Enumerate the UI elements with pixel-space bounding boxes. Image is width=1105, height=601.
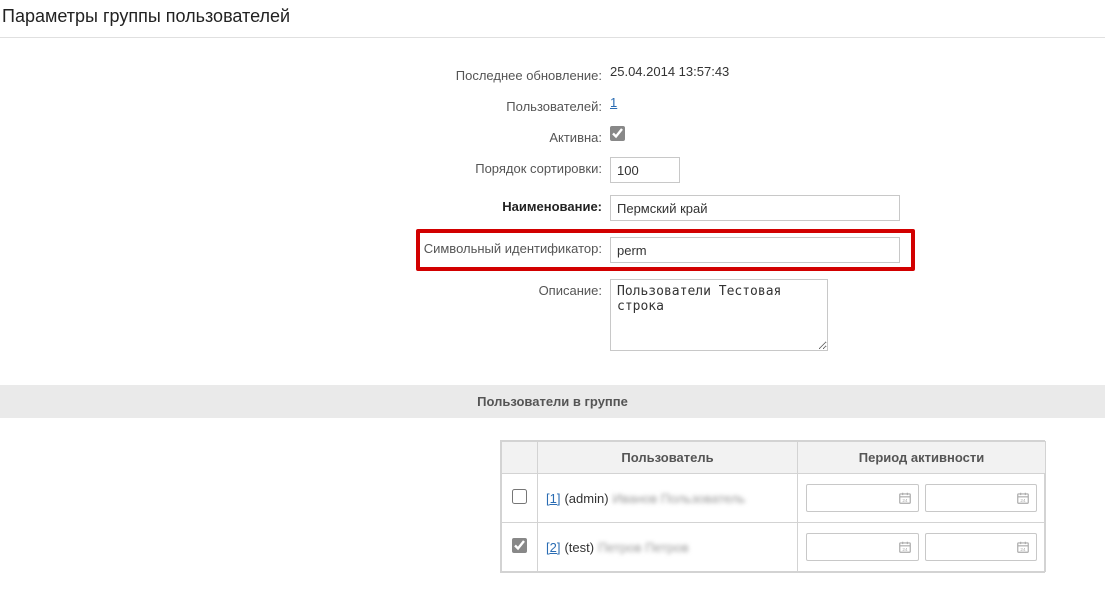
name-input[interactable] [610, 195, 900, 221]
sort-label: Порядок сортировки: [0, 157, 610, 176]
form-area: Последнее обновление: 25.04.2014 13:57:4… [0, 38, 1105, 367]
date-from-input[interactable]: 24 [806, 484, 919, 512]
col-check-header [502, 442, 538, 474]
row-checkbox[interactable] [512, 538, 527, 553]
calendar-icon: 24 [898, 491, 912, 505]
user-login: (admin) [564, 491, 608, 506]
row-name: Наименование: [0, 189, 1105, 227]
desc-label: Описание: [0, 279, 610, 298]
users-count-link[interactable]: 1 [610, 95, 617, 110]
calendar-icon: 24 [1016, 540, 1030, 554]
last-update-label: Последнее обновление: [0, 64, 610, 83]
row-checkbox[interactable] [512, 489, 527, 504]
row-desc: Описание: <!-- populated --> [0, 273, 1105, 357]
svg-text:24: 24 [1020, 547, 1026, 552]
name-label: Наименование: [0, 195, 610, 214]
date-to-input[interactable]: 24 [925, 484, 1038, 512]
svg-text:24: 24 [1020, 498, 1026, 503]
date-to-input[interactable]: 24 [925, 533, 1038, 561]
date-from-input[interactable]: 24 [806, 533, 919, 561]
calendar-icon: 24 [1016, 491, 1030, 505]
last-update-value: 25.04.2014 13:57:43 [610, 64, 1105, 79]
user-name-blur: Иванов Пользователь [613, 491, 746, 506]
sym-id-label: Символьный идентификатор: [420, 237, 610, 256]
row-sym-id-highlight: Символьный идентификатор: [416, 229, 915, 271]
svg-text:24: 24 [902, 547, 908, 552]
svg-text:24: 24 [902, 498, 908, 503]
row-active: Активна: [0, 120, 1105, 151]
active-checkbox[interactable] [610, 126, 625, 141]
user-login: (test) [564, 540, 594, 555]
calendar-icon: 24 [898, 540, 912, 554]
row-sort: Порядок сортировки: [0, 151, 1105, 189]
table-row: [1] (admin) Иванов Пользователь 24 24 [502, 474, 1046, 523]
users-count-label: Пользователей: [0, 95, 610, 114]
desc-textarea[interactable]: <!-- populated --> [610, 279, 828, 351]
row-users-count: Пользователей: 1 [0, 89, 1105, 120]
sym-id-input[interactable] [610, 237, 900, 263]
row-last-update: Последнее обновление: 25.04.2014 13:57:4… [0, 58, 1105, 89]
active-label: Активна: [0, 126, 610, 145]
sort-input[interactable] [610, 157, 680, 183]
table-row: [2] (test) Петров Петров 24 24 [502, 523, 1046, 572]
users-table: Пользователь Период активности [1] (admi… [500, 440, 1045, 573]
user-id-link[interactable]: [2] [546, 540, 560, 555]
user-name-blur: Петров Петров [598, 540, 689, 555]
page-title: Параметры группы пользователей [0, 0, 1105, 38]
col-user-header: Пользователь [538, 442, 798, 474]
user-id-link[interactable]: [1] [546, 491, 560, 506]
col-period-header: Период активности [798, 442, 1046, 474]
section-users-header: Пользователи в группе [0, 385, 1105, 418]
